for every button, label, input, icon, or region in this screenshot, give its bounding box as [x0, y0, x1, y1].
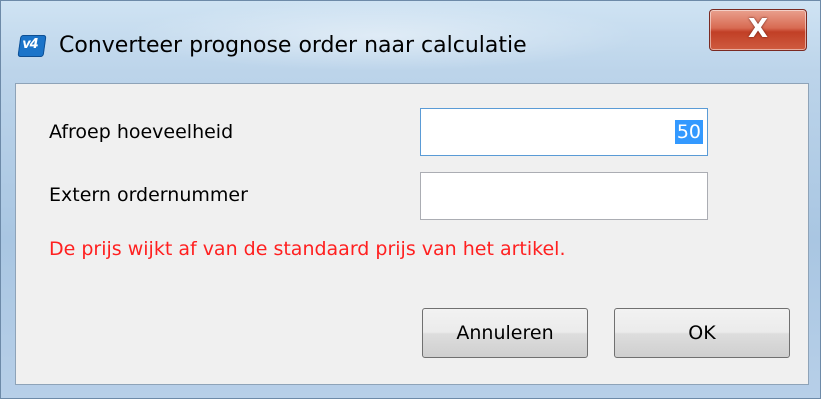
window-title: Converteer prognose order naar calculati… — [59, 33, 527, 58]
dialog-window: v4 Converteer prognose order naar calcul… — [0, 0, 821, 399]
price-warning: De prijs wijkt af van de standaard prijs… — [49, 238, 566, 260]
afroep-value[interactable]: 50 — [674, 120, 703, 144]
extern-ordernummer-field[interactable] — [420, 172, 708, 220]
afroep-label: Afroep hoeveelheid — [49, 121, 234, 143]
close-button[interactable]: X — [709, 9, 807, 51]
ok-button[interactable]: OK — [614, 308, 790, 358]
extern-ordernummer-input[interactable] — [421, 173, 707, 219]
app-icon-label: v4 — [22, 37, 38, 52]
app-icon: v4 — [17, 35, 47, 57]
extern-label: Extern ordernummer — [49, 184, 248, 206]
dialog-content: Afroep hoeveelheid 50 Extern ordernummer… — [15, 83, 809, 385]
afroep-field[interactable]: 50 — [420, 108, 708, 156]
close-icon: X — [747, 14, 769, 44]
cancel-button[interactable]: Annuleren — [422, 308, 588, 358]
